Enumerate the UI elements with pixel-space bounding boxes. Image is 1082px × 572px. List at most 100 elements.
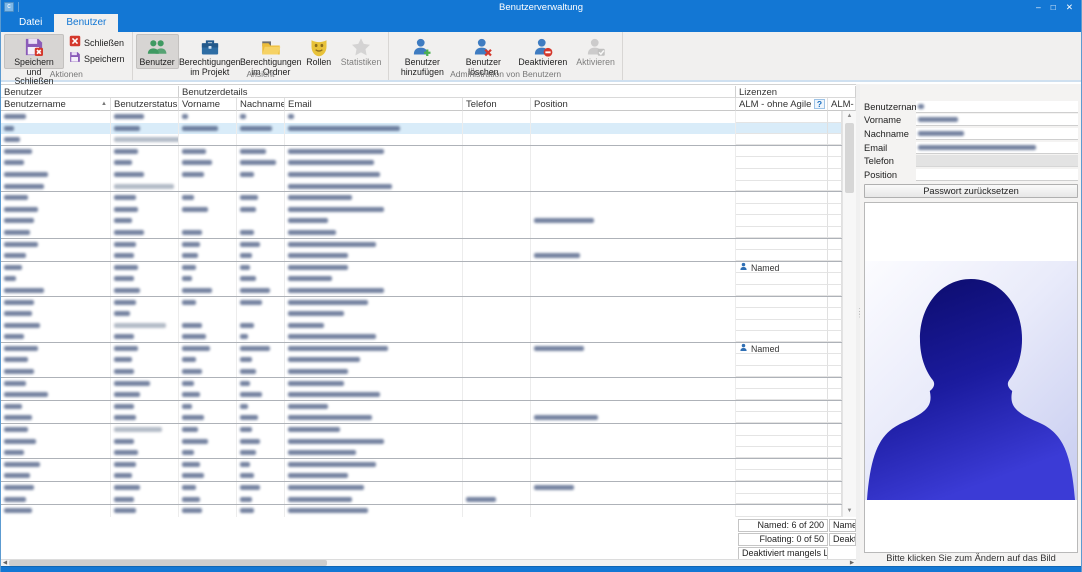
- table-row[interactable]: [1, 285, 856, 297]
- reset-password-button[interactable]: Passwort zurücksetzen: [864, 184, 1078, 198]
- scroll-up-icon[interactable]: ▲: [843, 111, 856, 122]
- cell-license-2: [828, 181, 842, 192]
- table-row[interactable]: [1, 146, 856, 158]
- table-row[interactable]: Named: [1, 262, 856, 274]
- benutzer-l-schen-button[interactable]: Benutzer löschen: [453, 34, 513, 69]
- table-row[interactable]: [1, 157, 856, 169]
- redacted-text: [288, 126, 400, 131]
- table-row[interactable]: [1, 250, 856, 262]
- user-photo[interactable]: [864, 202, 1078, 553]
- minimize-button[interactable]: –: [1036, 0, 1041, 14]
- table-row[interactable]: [1, 424, 856, 436]
- table-row[interactable]: [1, 447, 856, 459]
- table-row[interactable]: [1, 215, 856, 227]
- column-header-benutzerstatus[interactable]: Benutzerstatus: [111, 98, 179, 111]
- table-row[interactable]: [1, 412, 856, 424]
- vorname-field[interactable]: [916, 114, 1078, 126]
- cell-license: Named: [736, 343, 828, 355]
- cell-license-2: [828, 308, 842, 320]
- deaktivieren-button[interactable]: Deaktivieren: [514, 34, 571, 69]
- rollen-button[interactable]: Rollen: [302, 34, 336, 69]
- position-field[interactable]: [916, 169, 1078, 181]
- horizontal-scrollbar[interactable]: ◀ ▶: [1, 559, 856, 566]
- close-button[interactable]: ✕: [1066, 0, 1073, 14]
- column-header-nachname[interactable]: Nachname: [237, 98, 285, 111]
- cell: [179, 424, 237, 436]
- table-row[interactable]: [1, 273, 856, 285]
- table-row[interactable]: [1, 482, 856, 494]
- scroll-down-icon[interactable]: ▼: [843, 506, 856, 517]
- vertical-scrollbar[interactable]: ▲ ▼: [842, 111, 856, 517]
- benutzer-hinzuf-gen-button[interactable]: Benutzer hinzufügen: [392, 34, 452, 69]
- berechtigungen-im-projekt-button[interactable]: Berechtigungen im Projekt: [180, 34, 240, 69]
- ribbon-group-label: Aktionen: [1, 69, 132, 80]
- speichern-und-schlie-en-button[interactable]: Speichern und Schließen: [4, 34, 64, 69]
- cell: [463, 494, 531, 505]
- table-row[interactable]: [1, 470, 856, 482]
- redacted-text: [240, 207, 256, 212]
- column-header-telefon[interactable]: Telefon: [463, 98, 531, 111]
- cell: [1, 227, 111, 238]
- users-icon: [146, 37, 168, 57]
- table-row[interactable]: Named: [1, 343, 856, 355]
- table-row[interactable]: [1, 320, 856, 332]
- speichern-button[interactable]: Speichern: [67, 52, 127, 66]
- table-row[interactable]: [1, 123, 856, 135]
- nachname-field[interactable]: [916, 128, 1078, 140]
- redacted-text: [240, 323, 254, 328]
- column-header-vorname[interactable]: Vorname: [179, 98, 237, 111]
- cell-license-2: [828, 343, 842, 355]
- table-row[interactable]: [1, 436, 856, 448]
- table-row[interactable]: [1, 459, 856, 471]
- table-row[interactable]: [1, 192, 856, 204]
- cell: [1, 424, 111, 436]
- field-row-position: Position: [864, 168, 1078, 182]
- table-row[interactable]: [1, 134, 856, 146]
- table-row[interactable]: [1, 331, 856, 343]
- redacted-text: [240, 195, 258, 200]
- cell: [237, 250, 285, 261]
- table-row[interactable]: [1, 181, 856, 193]
- benutzer-button[interactable]: Benutzer: [136, 34, 179, 69]
- table-row[interactable]: [1, 354, 856, 366]
- berechtigungen-im-ordner-button[interactable]: Berechtigungen im Ordner: [241, 34, 301, 69]
- vertical-scrollbar-thumb[interactable]: [845, 123, 854, 193]
- help-icon[interactable]: ?: [814, 99, 825, 109]
- table-row[interactable]: [1, 389, 856, 401]
- cell: [111, 215, 179, 227]
- table-row[interactable]: [1, 239, 856, 251]
- email-field[interactable]: [916, 142, 1078, 154]
- column-header-alm-ohne[interactable]: ALM- ohne: [828, 98, 856, 111]
- table-row[interactable]: [1, 169, 856, 181]
- table-row[interactable]: [1, 494, 856, 506]
- restore-button[interactable]: □: [1051, 0, 1056, 14]
- table-row[interactable]: [1, 505, 856, 517]
- redacted-text: [4, 369, 34, 374]
- briefcase-icon: [200, 37, 220, 57]
- redacted-text: [240, 265, 250, 270]
- table-row[interactable]: [1, 297, 856, 309]
- tab-benutzer[interactable]: Benutzer: [54, 14, 118, 32]
- table-row[interactable]: [1, 308, 856, 320]
- field-row-telefon: Telefon: [864, 154, 1078, 168]
- column-header-position[interactable]: Position: [531, 98, 736, 111]
- redacted-text: [4, 242, 38, 247]
- column-header-benutzername[interactable]: Benutzername▲: [1, 98, 111, 111]
- cell: [463, 262, 531, 274]
- cell: [237, 215, 285, 227]
- table-row[interactable]: [1, 227, 856, 239]
- schlie-en-button[interactable]: Schließen: [67, 36, 127, 50]
- table-row[interactable]: [1, 204, 856, 216]
- table-row[interactable]: [1, 111, 856, 123]
- table-row[interactable]: [1, 401, 856, 413]
- benutzername-field[interactable]: [916, 101, 1078, 113]
- cell: [111, 482, 179, 494]
- cell: [179, 459, 237, 471]
- column-header-alm-ohne-agile[interactable]: ALM - ohne Agile?: [736, 98, 828, 111]
- table-row[interactable]: [1, 378, 856, 390]
- table-row[interactable]: [1, 366, 856, 378]
- tab-datei[interactable]: Datei: [7, 14, 54, 32]
- cell: [1, 412, 111, 423]
- telefon-field[interactable]: [916, 155, 1078, 167]
- column-header-email[interactable]: Email: [285, 98, 463, 111]
